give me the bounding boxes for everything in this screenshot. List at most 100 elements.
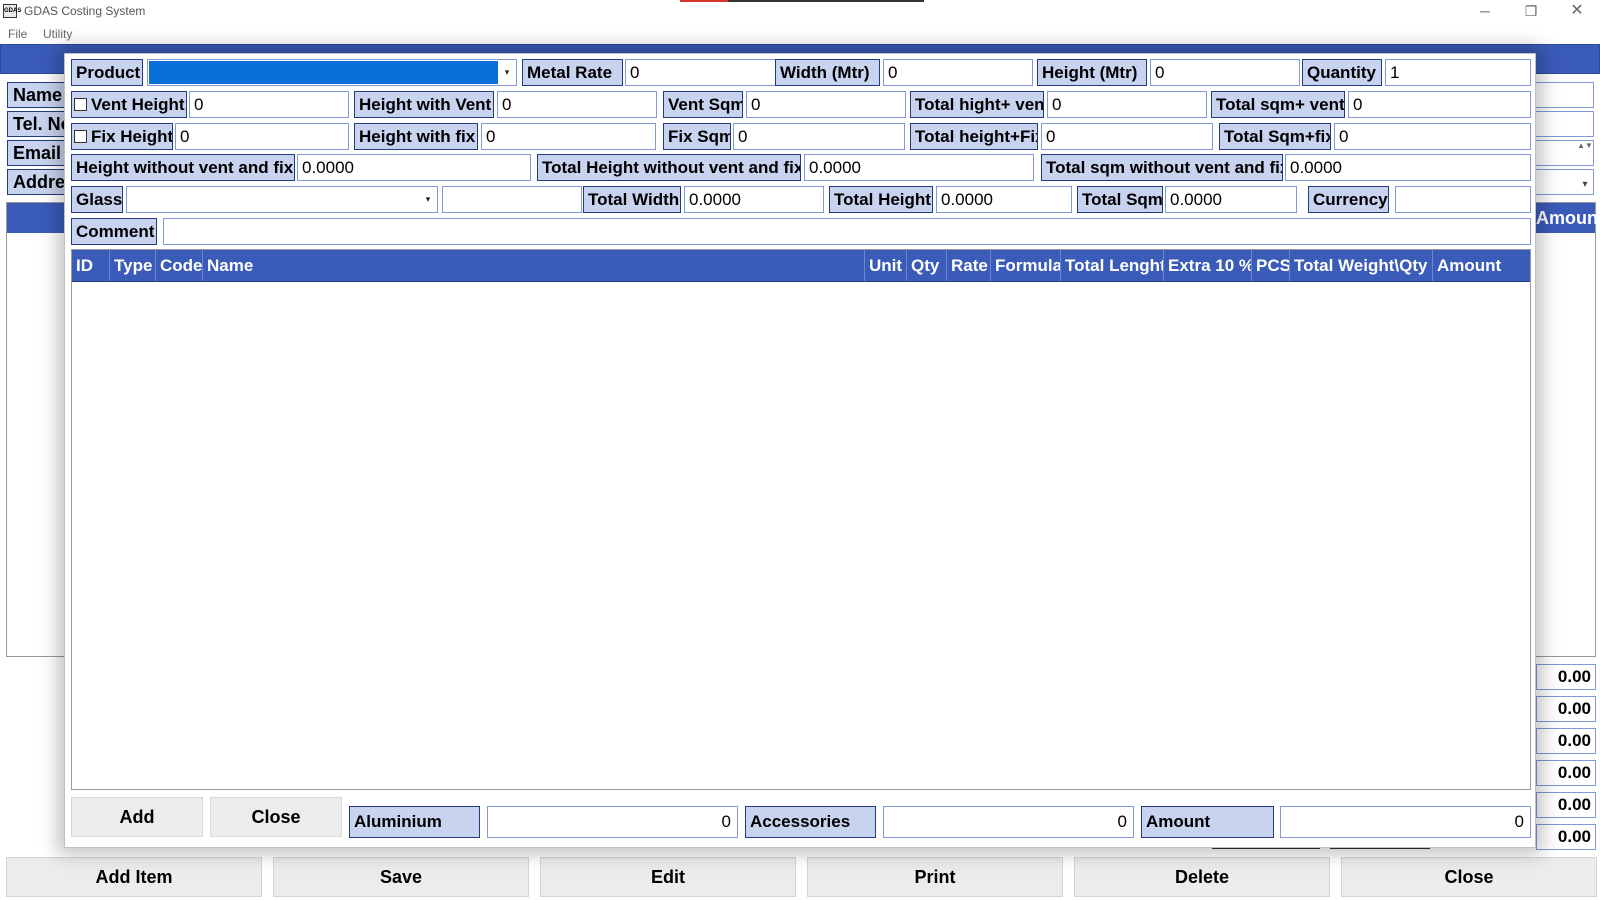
spin-arrows-icon[interactable]: ▲▼ bbox=[1576, 140, 1594, 166]
quantity-label: Quantity bbox=[1302, 59, 1382, 86]
height-input[interactable]: 0 bbox=[1150, 59, 1300, 86]
bg-grid-amount-header: Amount bbox=[1536, 208, 1596, 228]
height-without-vent-fix-label: Height without vent and fix bbox=[71, 154, 295, 181]
bg-tel-input[interactable] bbox=[1530, 111, 1594, 137]
glass-extra-input[interactable] bbox=[442, 186, 582, 213]
bg-total-2: 0.00 bbox=[1536, 696, 1596, 722]
product-combo[interactable]: ▾ bbox=[147, 59, 517, 86]
height-with-fix-label: Height with fix bbox=[354, 123, 478, 150]
col-code[interactable]: Code bbox=[156, 250, 203, 281]
quantity-input[interactable]: 1 bbox=[1385, 59, 1531, 86]
bg-total-6: 0.00 bbox=[1536, 824, 1596, 850]
metal-rate-label: Metal Rate bbox=[522, 59, 623, 86]
vent-height-checkbox[interactable]: Vent Height bbox=[71, 91, 187, 118]
comment-input[interactable] bbox=[163, 218, 1531, 245]
height-label: Height (Mtr) bbox=[1037, 59, 1147, 86]
add-item-button[interactable]: Add Item bbox=[6, 857, 262, 897]
total-height-without-vent-fix-label: Total Height without vent and fix bbox=[537, 154, 801, 181]
app-icon: GDAS bbox=[3, 4, 21, 18]
total-sqm-vent-input[interactable]: 0 bbox=[1348, 91, 1531, 118]
height-with-vent-input[interactable]: 0 bbox=[497, 91, 657, 118]
total-sqm-label: Total Sqm bbox=[1077, 186, 1163, 213]
vent-sqm-input[interactable]: 0 bbox=[746, 91, 906, 118]
total-height-fix-input[interactable]: 0 bbox=[1041, 123, 1213, 150]
vent-height-label: Vent Height bbox=[91, 95, 185, 114]
print-button[interactable]: Print bbox=[807, 857, 1063, 897]
accessories-input[interactable]: 0 bbox=[883, 806, 1134, 838]
chevron-down-icon[interactable]: ▾ bbox=[499, 61, 515, 84]
col-total-length[interactable]: Total Lenght bbox=[1061, 250, 1164, 281]
minimize-button[interactable]: ─ bbox=[1462, 0, 1508, 24]
col-formula[interactable]: Formula bbox=[991, 250, 1061, 281]
fix-sqm-input[interactable]: 0 bbox=[733, 123, 905, 150]
currency-input[interactable] bbox=[1395, 186, 1531, 213]
delete-button[interactable]: Delete bbox=[1074, 857, 1330, 897]
comment-label: Comment bbox=[71, 218, 157, 245]
total-height-without-vent-fix-input[interactable]: 0.0000 bbox=[804, 154, 1034, 181]
total-sqm-fix-label: Total Sqm+fix bbox=[1219, 123, 1331, 150]
metal-rate-input[interactable]: 0 bbox=[625, 59, 779, 86]
menu-file[interactable]: File bbox=[8, 27, 27, 41]
col-name[interactable]: Name bbox=[203, 250, 865, 281]
grid-header: ID Type Code Name Unit Qty Rate Formula … bbox=[72, 250, 1530, 282]
glass-combo[interactable]: ▾ bbox=[126, 186, 438, 213]
bg-total-5: 0.00 bbox=[1536, 792, 1596, 818]
col-total-weight-qty[interactable]: Total Weight\Qty bbox=[1290, 250, 1433, 281]
product-label: Product bbox=[71, 59, 143, 86]
bg-total-1: 0.00 bbox=[1536, 664, 1596, 690]
width-label: Width (Mtr) bbox=[775, 59, 880, 86]
bg-name-input[interactable] bbox=[1530, 82, 1594, 108]
width-input[interactable]: 0 bbox=[883, 59, 1033, 86]
title-accent-red bbox=[680, 0, 728, 2]
col-pcs[interactable]: PCS bbox=[1252, 250, 1290, 281]
save-button[interactable]: Save bbox=[273, 857, 529, 897]
col-extra-10[interactable]: Extra 10 % bbox=[1164, 250, 1252, 281]
close-button[interactable]: Close bbox=[1341, 857, 1597, 897]
total-sqm-input[interactable]: 0.0000 bbox=[1165, 186, 1297, 213]
items-grid[interactable]: ID Type Code Name Unit Qty Rate Formula … bbox=[71, 249, 1531, 790]
col-qty[interactable]: Qty bbox=[907, 250, 947, 281]
menu-utility[interactable]: Utility bbox=[43, 27, 72, 41]
dialog-close-button[interactable]: Close bbox=[210, 797, 342, 837]
total-width-input[interactable]: 0.0000 bbox=[684, 186, 824, 213]
glass-label: Glass bbox=[71, 186, 123, 213]
title-accent-dark bbox=[728, 0, 924, 2]
aluminium-input[interactable]: 0 bbox=[487, 806, 738, 838]
col-rate[interactable]: Rate bbox=[947, 250, 991, 281]
bg-total-4: 0.00 bbox=[1536, 760, 1596, 786]
edit-button[interactable]: Edit bbox=[540, 857, 796, 897]
maximize-button[interactable]: ❐ bbox=[1508, 0, 1554, 24]
col-id[interactable]: ID bbox=[72, 250, 110, 281]
chevron-down-icon[interactable]: ▾ bbox=[1576, 172, 1594, 198]
total-sqm-fix-input[interactable]: 0 bbox=[1334, 123, 1531, 150]
vent-height-input[interactable]: 0 bbox=[189, 91, 349, 118]
total-height-input[interactable]: 0.0000 bbox=[936, 186, 1072, 213]
title-bar: GDAS GDAS Costing System ─ ❐ ✕ bbox=[0, 0, 1600, 24]
bg-total-3: 0.00 bbox=[1536, 728, 1596, 754]
amount-input[interactable]: 0 bbox=[1280, 806, 1531, 838]
chevron-down-icon[interactable]: ▾ bbox=[420, 188, 436, 211]
fix-height-label: Fix Height bbox=[91, 127, 173, 146]
height-with-fix-input[interactable]: 0 bbox=[481, 123, 656, 150]
col-type[interactable]: Type bbox=[110, 250, 156, 281]
total-height-vent-input[interactable]: 0 bbox=[1047, 91, 1207, 118]
product-selection bbox=[149, 61, 498, 84]
height-without-vent-fix-input[interactable]: 0.0000 bbox=[297, 154, 531, 181]
fix-sqm-label: Fix Sqm bbox=[663, 123, 731, 150]
total-height-vent-label: Total hight+ vent bbox=[910, 91, 1044, 118]
col-unit[interactable]: Unit bbox=[865, 250, 907, 281]
total-sqm-without-vent-fix-input[interactable]: 0.0000 bbox=[1285, 154, 1531, 181]
total-sqm-vent-label: Total sqm+ vent bbox=[1211, 91, 1345, 118]
currency-label: Currency bbox=[1308, 186, 1389, 213]
fix-height-checkbox[interactable]: Fix Height bbox=[71, 123, 173, 150]
close-window-button[interactable]: ✕ bbox=[1554, 0, 1600, 24]
aluminium-label: Aluminium bbox=[349, 806, 480, 838]
fix-height-input[interactable]: 0 bbox=[175, 123, 349, 150]
col-amount[interactable]: Amount bbox=[1433, 250, 1530, 281]
window-title: GDAS Costing System bbox=[24, 4, 146, 18]
total-sqm-without-vent-fix-label: Total sqm without vent and fix bbox=[1041, 154, 1283, 181]
checkbox-icon[interactable] bbox=[74, 130, 87, 143]
dialog-add-button[interactable]: Add bbox=[71, 797, 203, 837]
total-width-label: Total Width bbox=[583, 186, 681, 213]
checkbox-icon[interactable] bbox=[74, 98, 87, 111]
